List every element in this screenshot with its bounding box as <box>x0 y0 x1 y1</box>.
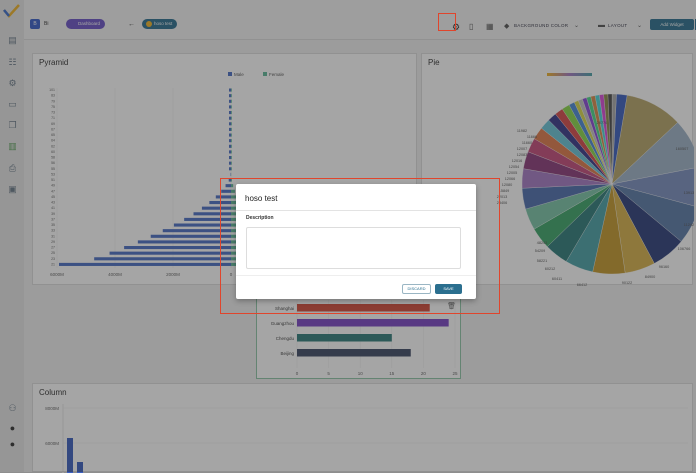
highlight-box-settings <box>438 13 456 31</box>
highlight-box-dialog <box>220 178 500 314</box>
app-root: ▤ ☷ ⚙ ▭ ❐ ▥ ⎙ ▣ ⚇ ● ● B Bi Dashboard ← h… <box>0 0 696 472</box>
